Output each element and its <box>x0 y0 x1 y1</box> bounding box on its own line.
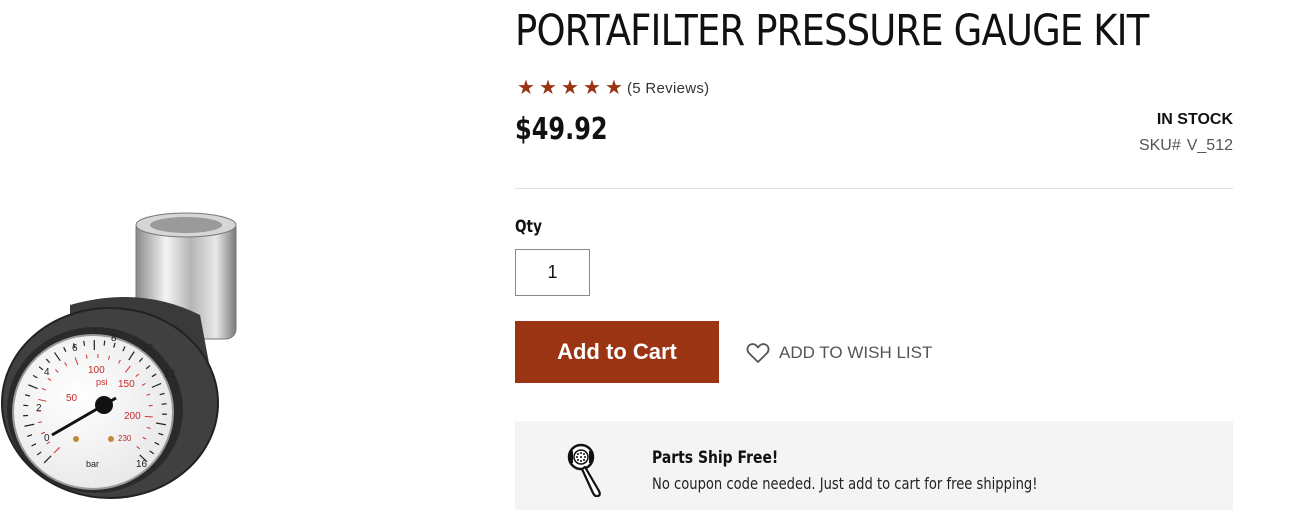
gauge-psi-tick <box>85 354 88 359</box>
star-icon: ★ <box>605 77 623 99</box>
svg-text:0: 0 <box>44 433 50 444</box>
quantity-input[interactable] <box>515 249 590 296</box>
svg-text:bar: bar <box>86 459 99 469</box>
product-rating[interactable]: ★ ★ ★ ★ ★ (5 Reviews) <box>515 77 709 99</box>
add-to-wishlist-link[interactable]: ADD TO WISH LIST <box>746 342 932 364</box>
svg-text:8: 8 <box>111 333 117 344</box>
qty-label: Qty <box>515 217 542 237</box>
svg-text:10: 10 <box>142 343 154 354</box>
svg-text:230: 230 <box>118 434 132 443</box>
svg-text:psi: psi <box>96 377 108 387</box>
review-count-link[interactable]: (5 Reviews) <box>627 80 709 97</box>
free-shipping-banner: Parts Ship Free! No coupon code needed. … <box>515 421 1233 510</box>
svg-text:16: 16 <box>136 459 148 470</box>
product-image: 0 2 4 6 8 10 12 16 50 100 150 200 230 ps… <box>0 205 245 505</box>
wishlist-label: ADD TO WISH LIST <box>779 343 933 362</box>
star-icon: ★ <box>539 77 557 99</box>
svg-text:2: 2 <box>36 403 42 414</box>
heart-icon <box>746 343 770 363</box>
star-icon: ★ <box>517 77 535 99</box>
sku-value: V_512 <box>1186 137 1233 154</box>
gauge-tick <box>161 403 167 405</box>
svg-text:200: 200 <box>124 411 141 422</box>
gauge-tick <box>83 340 86 346</box>
svg-text:4: 4 <box>44 367 50 378</box>
divider <box>515 188 1233 189</box>
svg-text:150: 150 <box>118 379 135 390</box>
sku-label: SKU# <box>1138 137 1181 154</box>
shipping-title: Parts Ship Free! <box>652 448 779 468</box>
gauge-tick <box>103 340 106 346</box>
stock-status: IN STOCK <box>1156 111 1233 128</box>
svg-text:100: 100 <box>88 365 105 376</box>
svg-text:6: 6 <box>72 343 78 354</box>
svg-text:12: 12 <box>164 369 176 380</box>
portafilter-icon <box>567 443 601 497</box>
svg-text:50: 50 <box>66 393 78 404</box>
star-icon: ★ <box>583 77 601 99</box>
product-title: PORTAFILTER PRESSURE GAUGE KIT <box>515 6 1149 56</box>
sku: SKU# V_512 <box>1139 137 1233 155</box>
star-rating: ★ ★ ★ ★ ★ <box>515 77 625 99</box>
gauge-psi-tick <box>144 415 153 418</box>
star-icon: ★ <box>561 77 579 99</box>
add-to-cart-button[interactable]: Add to Cart <box>515 321 719 383</box>
shipping-text: No coupon code needed. Just add to cart … <box>652 474 1038 493</box>
product-price: $49.92 <box>515 112 608 147</box>
